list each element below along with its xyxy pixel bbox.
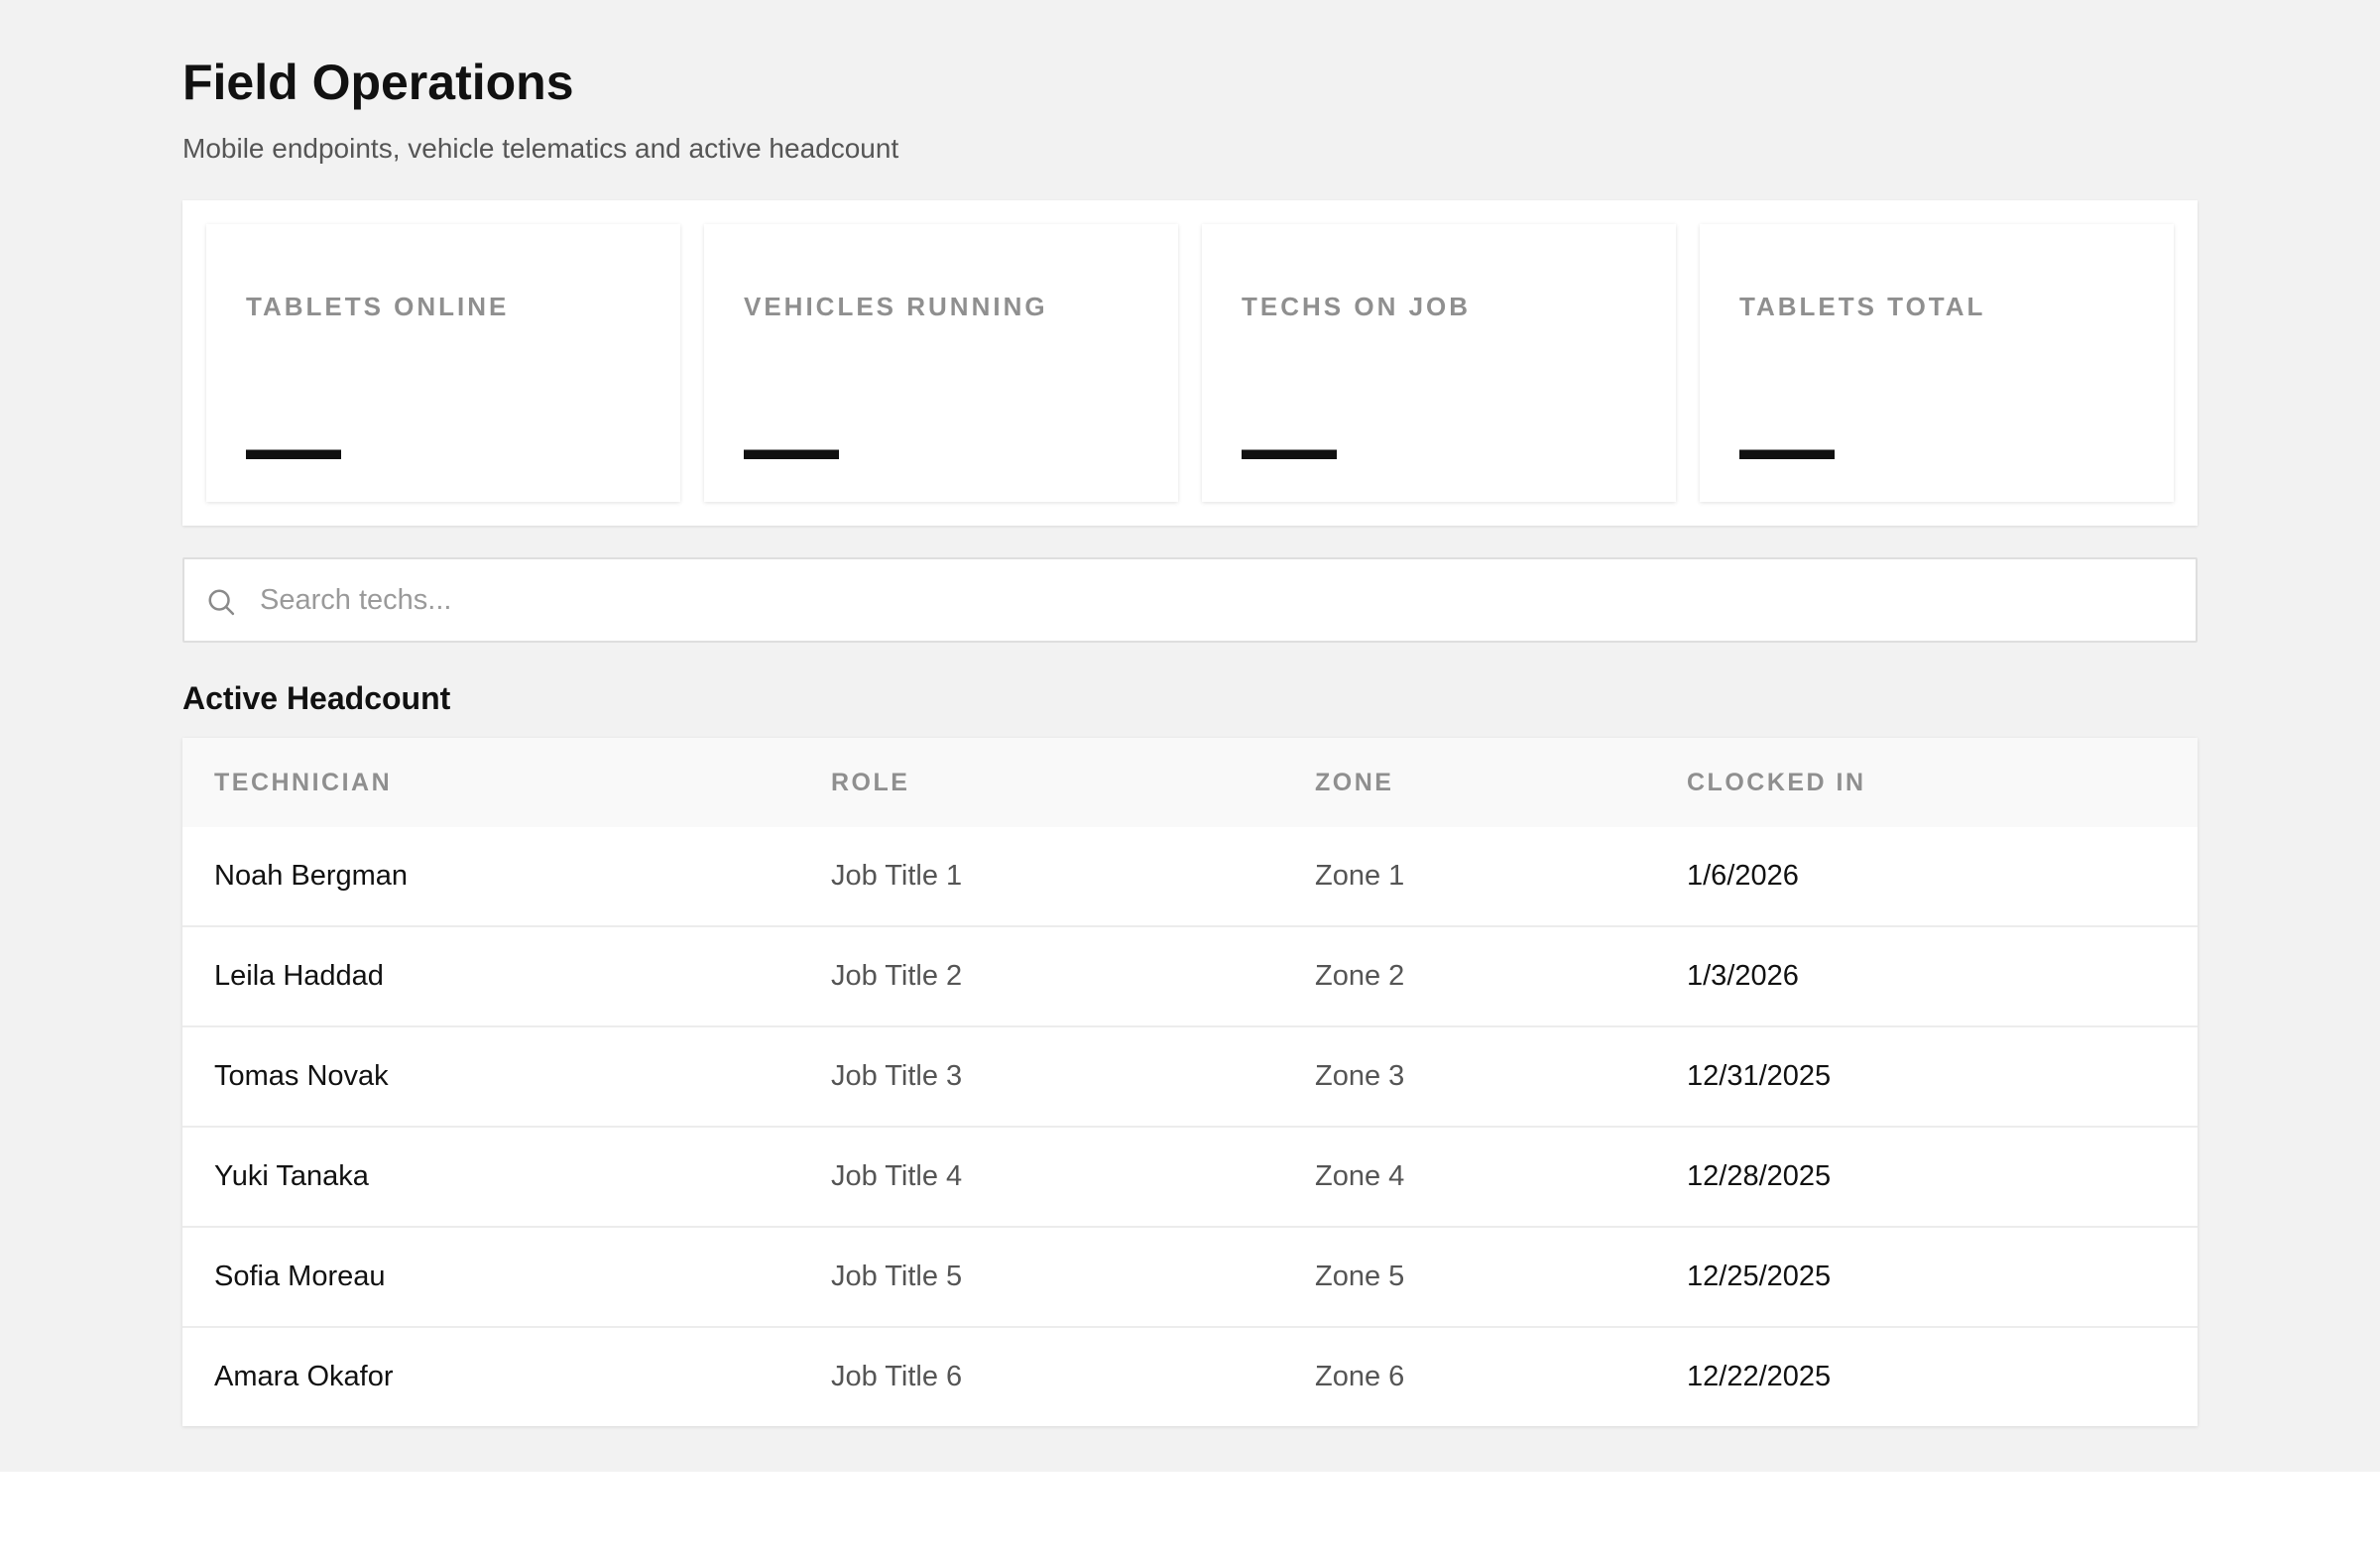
zone-cell: Zone 6 (1283, 1326, 1655, 1426)
table-body: Noah Bergman Job Title 1 Zone 1 1/6/2026… (182, 827, 2198, 1426)
column-header-role[interactable]: ROLE (799, 738, 1283, 827)
technician-cell: Sofia Moreau (182, 1226, 799, 1327)
table-header: TECHNICIAN ROLE ZONE CLOCKED IN (182, 738, 2198, 827)
technician-cell: Noah Bergman (214, 860, 409, 892)
role-cell: Job Title 3 (799, 1025, 1283, 1127)
stat-card-vehicles-running: VEHICLES RUNNING — (704, 224, 1178, 502)
clocked-in-cell: 12/28/2025 (1655, 1126, 2198, 1227)
role-cell: Job Title 5 (799, 1226, 1283, 1327)
stat-value: — (1739, 395, 1835, 501)
headcount-table: TECHNICIAN ROLE ZONE CLOCKED IN Noah Ber… (182, 738, 2198, 1426)
stat-label: TABLETS ONLINE (246, 292, 510, 321)
stat-card-techs-on-job: TECHS ON JOB — (1202, 224, 1676, 502)
technician-cell: Yuki Tanaka (182, 1126, 799, 1227)
table-row[interactable]: Noah Bergman Job Title 1 Zone 1 1/6/2026 (182, 827, 2198, 926)
technician-cell: Amara Okafor (182, 1326, 799, 1426)
technician-cell: Tomas Novak (182, 1025, 799, 1127)
stat-label: TABLETS TOTAL (1739, 292, 1986, 321)
stats-panel: TABLETS ONLINE — VEHICLES RUNNING — TECH… (182, 200, 2198, 526)
search-input[interactable] (260, 559, 2144, 641)
table-row[interactable]: Yuki Tanaka Job Title 4 Zone 4 12/28/202… (182, 1126, 2198, 1227)
clocked-in-cell: 12/22/2025 (1655, 1326, 2198, 1426)
clocked-in-cell: 1/6/2026 (1687, 860, 1799, 892)
stat-label: VEHICLES RUNNING (744, 292, 1048, 321)
zone-cell: Zone 4 (1283, 1126, 1655, 1227)
table-row[interactable]: Amara Okafor Job Title 6 Zone 6 12/22/20… (182, 1326, 2198, 1426)
zone-cell: Zone 2 (1283, 925, 1655, 1026)
stat-card-tablets-total: TABLETS TOTAL — (1700, 224, 2174, 502)
search-icon (208, 589, 235, 616)
technician-cell: Leila Haddad (182, 925, 799, 1026)
page: Field Operations Mobile endpoints, vehic… (0, 0, 2380, 1472)
headcount-table-card: TECHNICIAN ROLE ZONE CLOCKED IN Noah Ber… (182, 738, 2198, 1426)
role-cell: Job Title 6 (799, 1326, 1283, 1426)
table-row[interactable]: Leila Haddad Job Title 2 Zone 2 1/3/2026 (182, 925, 2198, 1026)
page-subtitle: Mobile endpoints, vehicle telematics and… (182, 133, 899, 164)
table-header-row: TECHNICIAN ROLE ZONE CLOCKED IN (182, 738, 2198, 827)
stat-value: — (744, 395, 839, 501)
table-row[interactable]: Sofia Moreau Job Title 5 Zone 5 12/25/20… (182, 1226, 2198, 1327)
section-title-active-headcount: Active Headcount (182, 680, 451, 716)
role-cell: Job Title 1 (831, 860, 963, 892)
column-header-clocked-in[interactable]: CLOCKED IN (1655, 738, 2198, 827)
stat-card-tablets-online: TABLETS ONLINE — (206, 224, 680, 502)
clocked-in-cell: 12/31/2025 (1655, 1025, 2198, 1127)
column-header-technician[interactable]: TECHNICIAN (182, 738, 799, 827)
table-row[interactable]: Tomas Novak Job Title 3 Zone 3 12/31/202… (182, 1025, 2198, 1127)
stat-label: TECHS ON JOB (1242, 292, 1472, 321)
role-cell: Job Title 4 (799, 1126, 1283, 1227)
column-header-zone[interactable]: ZONE (1283, 738, 1655, 827)
zone-cell: Zone 5 (1283, 1226, 1655, 1327)
role-cell: Job Title 2 (799, 925, 1283, 1026)
clocked-in-cell: 1/3/2026 (1655, 925, 2198, 1026)
stat-value: — (246, 395, 341, 501)
clocked-in-cell: 12/25/2025 (1655, 1226, 2198, 1327)
zone-cell: Zone 3 (1283, 1025, 1655, 1127)
page-title: Field Operations (182, 55, 574, 110)
search-box[interactable] (182, 557, 2198, 643)
zone-cell: Zone 1 (1315, 860, 1405, 892)
stat-value: — (1242, 395, 1337, 501)
